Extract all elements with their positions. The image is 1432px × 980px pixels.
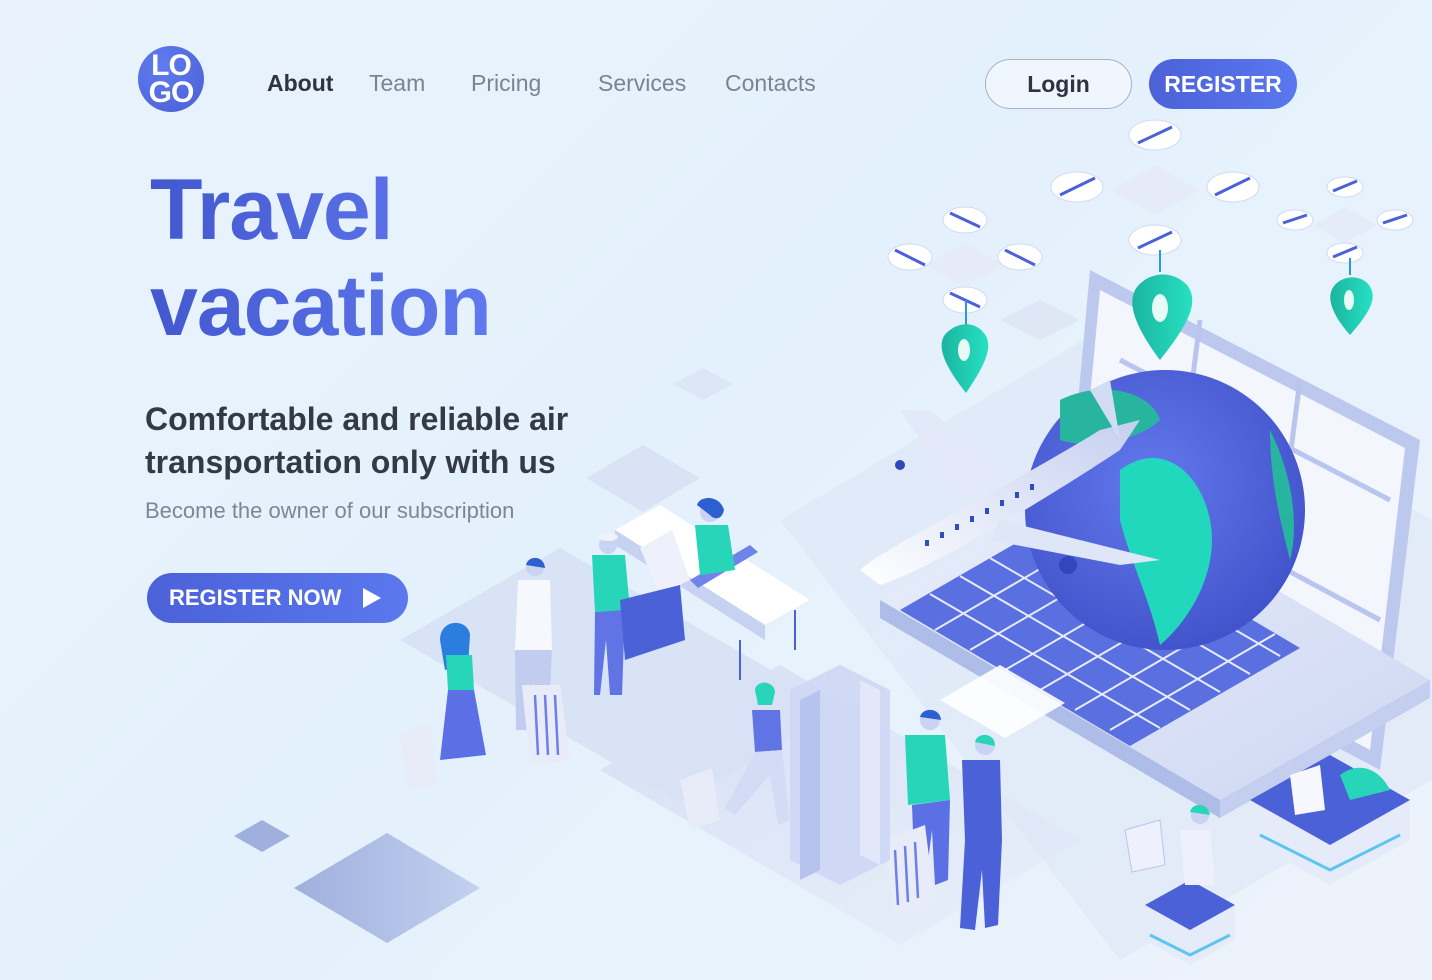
hero-title-line1: Travel (150, 162, 393, 258)
nav-item-services[interactable]: Services (598, 70, 686, 97)
logo-text-line1: LO (151, 49, 192, 82)
hero-title-line2: vacation (150, 258, 491, 354)
security-gate-icon (790, 665, 890, 885)
nav-item-team[interactable]: Team (369, 70, 425, 97)
nav-item-contacts[interactable]: Contacts (725, 70, 816, 97)
hero-subtitle: Comfortable and reliable air transportat… (145, 401, 569, 480)
nav-item-pricing[interactable]: Pricing (471, 70, 541, 97)
play-icon (363, 588, 382, 608)
register-now-button[interactable]: REGISTER NOW (147, 573, 408, 623)
hero-title: Travel vacation (150, 162, 491, 354)
register-now-label: REGISTER NOW (169, 585, 342, 610)
register-button[interactable]: REGISTER (1149, 59, 1297, 109)
nav-item-about[interactable]: About (267, 70, 333, 97)
globe-icon (1025, 370, 1305, 650)
login-button[interactable]: Login (985, 59, 1132, 109)
logo-text-line2: GO (148, 76, 195, 109)
hero-illustration (234, 119, 1432, 965)
hero-tagline: Become the owner of our subscription (145, 498, 515, 523)
logo[interactable]: LO GO (138, 46, 204, 112)
